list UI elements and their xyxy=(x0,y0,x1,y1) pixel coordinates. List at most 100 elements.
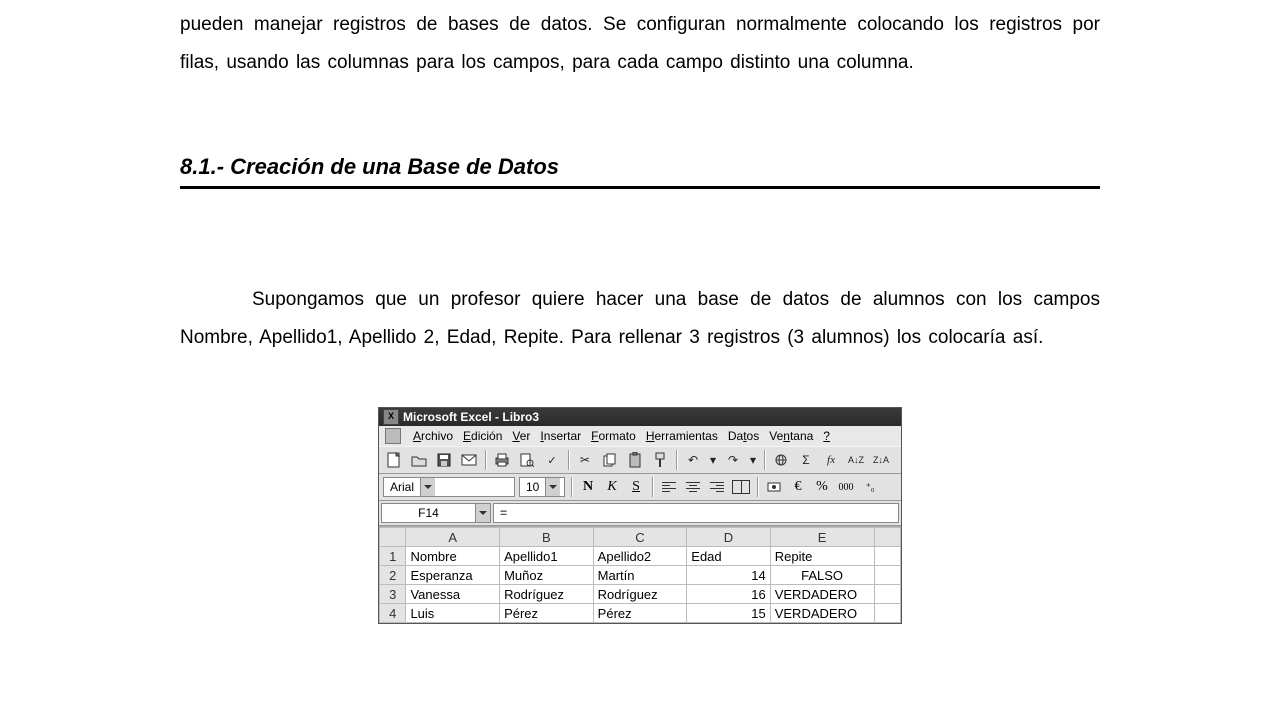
increase-decimal-icon[interactable]: ⁺₀ xyxy=(860,477,880,497)
formula-input[interactable]: = xyxy=(493,503,899,523)
euro-button[interactable]: € xyxy=(788,477,808,497)
cell[interactable]: 16 xyxy=(687,585,770,604)
excel-screenshot: X Microsoft Excel - Libro3 Archivo Edici… xyxy=(378,407,902,624)
font-combo[interactable]: Arial xyxy=(383,477,515,497)
menu-insertar[interactable]: Insertar xyxy=(540,429,581,443)
align-left-icon[interactable] xyxy=(659,477,679,497)
excel-formula-bar: F14 = xyxy=(379,501,901,526)
select-all-corner[interactable] xyxy=(380,528,406,547)
italic-button[interactable]: K xyxy=(602,477,622,497)
chevron-down-icon[interactable] xyxy=(475,504,490,522)
mail-icon[interactable] xyxy=(458,449,480,471)
cell[interactable]: Repite xyxy=(770,547,874,566)
cell[interactable]: Muñoz xyxy=(500,566,594,585)
cell[interactable]: Pérez xyxy=(593,604,687,623)
format-painter-icon[interactable] xyxy=(649,449,671,471)
copy-icon[interactable] xyxy=(599,449,621,471)
cell[interactable]: Vanessa xyxy=(406,585,500,604)
col-header[interactable]: C xyxy=(593,528,687,547)
sort-desc-icon[interactable]: Z↓A xyxy=(870,449,892,471)
font-size: 10 xyxy=(520,480,545,494)
body-paragraph: Supongamos que un profesor quiere hacer … xyxy=(180,281,1100,357)
col-header[interactable] xyxy=(874,528,901,547)
menu-herramientas[interactable]: Herramientas xyxy=(646,429,718,443)
section-heading: 8.1.- Creación de una Base de Datos xyxy=(180,154,1100,189)
menu-formato[interactable]: Formato xyxy=(591,429,636,443)
spellcheck-icon[interactable]: ✓ xyxy=(541,449,563,471)
cell[interactable]: Rodríguez xyxy=(500,585,594,604)
menu-ventana[interactable]: Ventana xyxy=(769,429,813,443)
percent-button[interactable]: % xyxy=(812,477,832,497)
hyperlink-icon[interactable] xyxy=(770,449,792,471)
redo-dropdown-icon[interactable]: ▾ xyxy=(747,449,759,471)
menu-archivo[interactable]: Archivo xyxy=(413,429,453,443)
cell[interactable] xyxy=(874,547,901,566)
currency-icon[interactable] xyxy=(764,477,784,497)
name-box[interactable]: F14 xyxy=(381,503,491,523)
cell[interactable] xyxy=(874,604,901,623)
undo-dropdown-icon[interactable]: ▾ xyxy=(707,449,719,471)
intro-paragraph: pueden manejar registros de bases de dat… xyxy=(180,6,1100,82)
cell[interactable]: Rodríguez xyxy=(593,585,687,604)
menu-edicion[interactable]: Edición xyxy=(463,429,502,443)
cell[interactable]: Apellido2 xyxy=(593,547,687,566)
font-size-combo[interactable]: 10 xyxy=(519,477,565,497)
function-icon[interactable]: fx xyxy=(820,449,842,471)
align-center-icon[interactable] xyxy=(683,477,703,497)
excel-titlebar: X Microsoft Excel - Libro3 xyxy=(379,408,901,426)
open-icon[interactable] xyxy=(408,449,430,471)
chevron-down-icon[interactable] xyxy=(420,478,435,496)
cell[interactable]: Edad xyxy=(687,547,770,566)
cell[interactable] xyxy=(874,566,901,585)
cell-reference: F14 xyxy=(382,506,475,520)
excel-menubar: Archivo Edición Ver Insertar Formato Her… xyxy=(379,426,901,446)
cell[interactable]: FALSO xyxy=(770,566,874,585)
cell[interactable]: Pérez xyxy=(500,604,594,623)
cell[interactable]: 15 xyxy=(687,604,770,623)
new-icon[interactable] xyxy=(383,449,405,471)
cell[interactable]: Martín xyxy=(593,566,687,585)
cell[interactable]: Apellido1 xyxy=(500,547,594,566)
row-header[interactable]: 1 xyxy=(380,547,406,566)
workbook-icon xyxy=(385,428,401,444)
col-header[interactable]: B xyxy=(500,528,594,547)
cell[interactable]: Esperanza xyxy=(406,566,500,585)
excel-grid: A B C D E 1NombreApellido1Apellido2EdadR… xyxy=(379,526,901,623)
excel-logo-icon: X xyxy=(383,409,399,425)
font-name: Arial xyxy=(384,480,420,494)
excel-format-toolbar: Arial 10 N K S € % 000 ⁺₀ xyxy=(379,474,901,501)
cell[interactable]: 14 xyxy=(687,566,770,585)
col-header[interactable]: E xyxy=(770,528,874,547)
align-right-icon[interactable] xyxy=(707,477,727,497)
redo-icon[interactable]: ↷ xyxy=(722,449,744,471)
print-icon[interactable] xyxy=(491,449,513,471)
paste-icon[interactable] xyxy=(624,449,646,471)
sort-asc-icon[interactable]: A↓Z xyxy=(845,449,867,471)
cell[interactable] xyxy=(874,585,901,604)
bold-button[interactable]: N xyxy=(578,477,598,497)
undo-icon[interactable]: ↶ xyxy=(682,449,704,471)
row-header[interactable]: 3 xyxy=(380,585,406,604)
col-header[interactable]: A xyxy=(406,528,500,547)
cell[interactable]: VERDADERO xyxy=(770,585,874,604)
row-header[interactable]: 2 xyxy=(380,566,406,585)
cell[interactable]: Luis xyxy=(406,604,500,623)
menu-datos[interactable]: Datos xyxy=(728,429,759,443)
cut-icon[interactable]: ✂ xyxy=(574,449,596,471)
excel-standard-toolbar: ✓ ✂ ↶ ▾ ↷ ▾ Σ fx A↓Z Z↓A xyxy=(379,446,901,474)
thousands-button[interactable]: 000 xyxy=(836,477,856,497)
col-header[interactable]: D xyxy=(687,528,770,547)
table-row: 3VanessaRodríguezRodríguez16VERDADERO xyxy=(380,585,901,604)
save-icon[interactable] xyxy=(433,449,455,471)
print-preview-icon[interactable] xyxy=(516,449,538,471)
underline-button[interactable]: S xyxy=(626,477,646,497)
cell[interactable]: VERDADERO xyxy=(770,604,874,623)
autosum-icon[interactable]: Σ xyxy=(795,449,817,471)
cell[interactable]: Nombre xyxy=(406,547,500,566)
menu-ayuda[interactable]: ? xyxy=(823,429,830,443)
chevron-down-icon[interactable] xyxy=(545,478,560,496)
menu-ver[interactable]: Ver xyxy=(512,429,530,443)
merge-cells-icon[interactable] xyxy=(731,477,751,497)
table-row: 1NombreApellido1Apellido2EdadRepite xyxy=(380,547,901,566)
row-header[interactable]: 4 xyxy=(380,604,406,623)
